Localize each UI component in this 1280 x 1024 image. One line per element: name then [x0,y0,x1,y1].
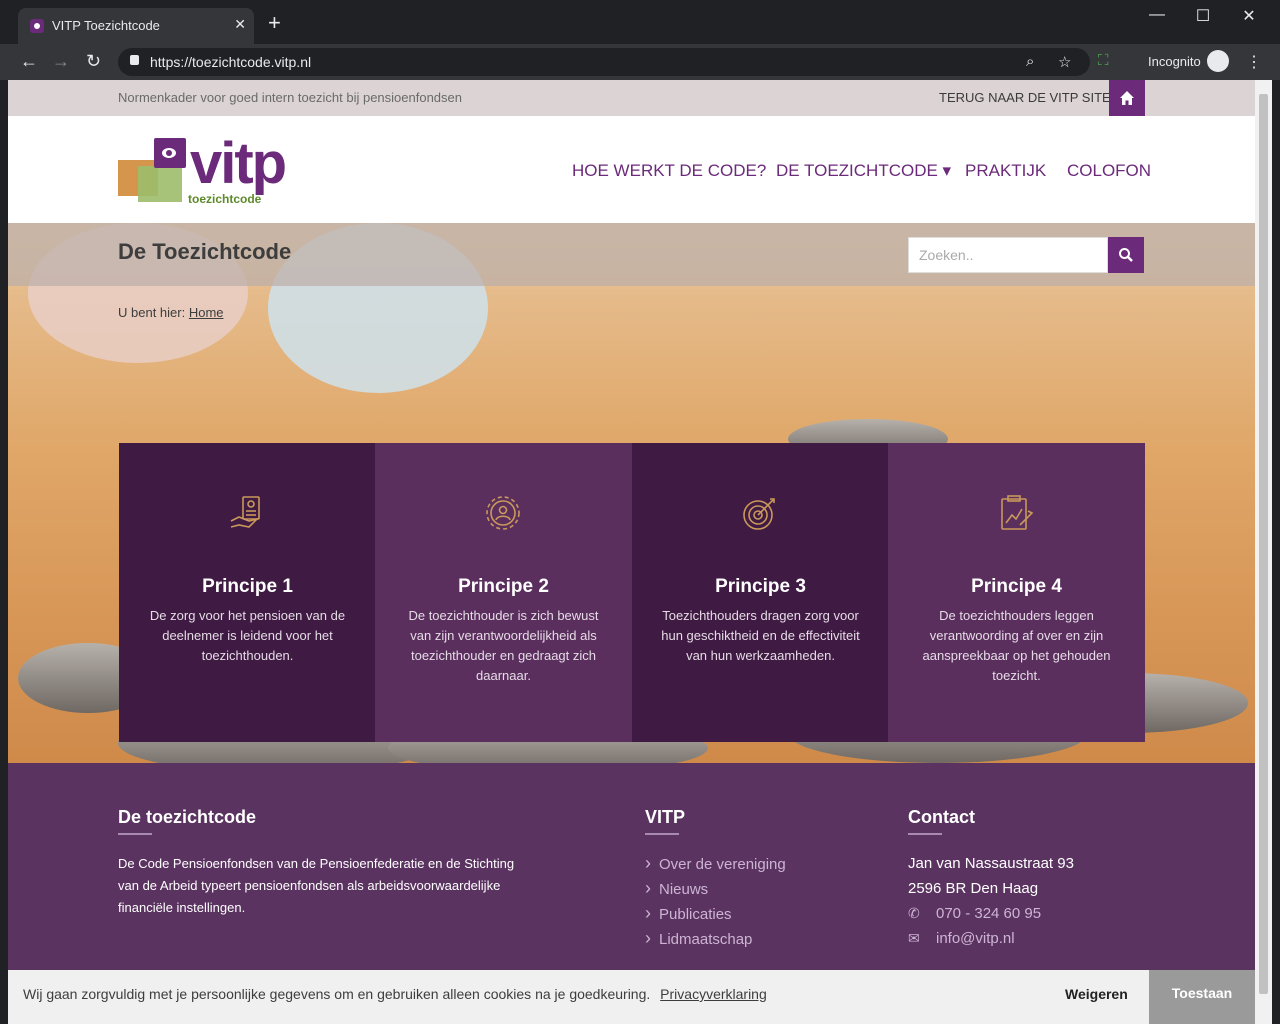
logo-word: vitp [190,131,287,196]
reload-icon[interactable]: ↻ [86,51,101,72]
site-header: vitp toezichtcode HOE WERKT DE CODE? DE … [8,116,1255,223]
principle-title: Principe 2 [458,576,549,597]
mail-icon: ✉ [908,930,920,946]
nav-colofon[interactable]: COLOFON [1067,161,1151,181]
principle-title: Principe 4 [971,576,1062,597]
principle-text: Toezichthouders dragen zorg voor hun ges… [661,608,860,663]
search-button[interactable] [1108,237,1144,273]
principle-card-4[interactable]: Principe 4 De toezichthouders leggen ver… [888,443,1145,742]
tab-close-icon[interactable]: ✕ [234,16,246,33]
extension-icon[interactable]: ⛶ [1098,52,1109,69]
phone-link[interactable]: 070 - 324 60 95 [936,905,1041,922]
footer-title-toezichtcode: De toezichtcode [118,807,257,827]
footer-link-lidmaatschap[interactable]: Lidmaatschap [645,928,752,949]
target-icon [743,498,775,530]
principle-title: Principe 3 [715,576,806,597]
forward-icon[interactable]: → [52,51,70,72]
document-hand-icon [230,496,260,528]
back-icon[interactable]: ← [20,51,38,72]
cookie-deny-button[interactable]: Weigeren [1065,986,1128,1002]
clipboard-chart-icon [1001,495,1034,530]
bookmark-star-icon[interactable]: ☆ [1058,53,1071,71]
phone-icon: ✆ [908,905,920,921]
browser-tab[interactable]: VITP Toezichtcode ✕ [18,8,254,44]
zoom-icon[interactable]: ⌕ [1026,53,1034,70]
minimize-icon[interactable]: — [1134,6,1180,24]
principle-text: De toezichthouders leggen verantwoording… [922,608,1111,683]
cookie-banner: Wij gaan zorgvuldig met je persoonlijke … [8,970,1255,1024]
tagline: Normenkader voor goed intern toezicht bi… [118,90,462,105]
hero-section: De Toezichtcode Zoeken.. U bent hier: Ho… [8,223,1255,773]
search-input[interactable]: Zoeken.. [908,237,1108,273]
breadcrumb: U bent hier: Home [118,305,224,320]
eye-icon [162,148,176,158]
home-icon [1120,91,1134,105]
cookie-message: Wij gaan zorgvuldig met je persoonlijke … [23,986,767,1002]
incognito-icon[interactable] [1207,50,1229,72]
principle-card-1[interactable]: Principe 1 De zorg voor het pensioen van… [119,443,376,742]
browser-menu-icon[interactable]: ⋮ [1246,52,1262,72]
tab-bar: VITP Toezichtcode ✕ + — ☐ ✕ [0,0,1280,44]
lock-icon [130,55,139,65]
email-link[interactable]: info@vitp.nl [936,930,1015,947]
principle-text: De toezichthouder is zich bewust van zij… [408,608,599,683]
nav-hoe-werkt[interactable]: HOE WERKT DE CODE? [572,161,766,181]
scrollbar-thumb[interactable] [1259,94,1268,994]
cookie-allow-button[interactable]: Toestaan [1149,970,1255,1024]
principle-title: Principe 1 [202,576,293,597]
new-tab-button[interactable]: + [268,12,281,34]
breadcrumb-prefix: U bent hier: [118,305,186,320]
nav-praktijk[interactable]: PRAKTIJK [965,161,1046,181]
footer-link-nieuws[interactable]: Nieuws [645,878,708,899]
address-line-1: Jan van Nassaustraat 93 [908,855,1074,872]
back-to-vitp-link[interactable]: TERUG NAAR DE VITP SITE [939,90,1111,105]
address-bar[interactable]: https://toezichtcode.vitp.nl ⌕ ☆ [118,48,1090,76]
nav-de-toezichtcode[interactable]: DE TOEZICHTCODE ▾ [776,161,951,181]
incognito-label: Incognito [1148,54,1201,69]
principle-card-2[interactable]: Principe 2 De toezichthouder is zich bew… [375,443,632,742]
principle-card-3[interactable]: Principe 3 Toezichthouders dragen zorg v… [632,443,889,742]
browser-toolbar: ← → ↻ https://toezichtcode.vitp.nl ⌕ ☆ ⛶… [0,44,1280,80]
footer-link-publicaties[interactable]: Publicaties [645,903,732,924]
privacy-link[interactable]: Privacyverklaring [660,986,767,1002]
tab-title: VITP Toezichtcode [52,18,160,33]
top-bar: Normenkader voor goed intern toezicht bi… [8,80,1255,116]
search-icon [1119,248,1133,262]
gear-person-icon [486,496,520,530]
breadcrumb-home-link[interactable]: Home [189,305,224,320]
favicon-icon [30,19,44,33]
footer-title-vitp: VITP [645,807,686,827]
footer-link-over[interactable]: Over de vereniging [645,853,786,874]
principle-text: De zorg voor het pensioen van de deelnem… [149,608,346,663]
cookie-text: Wij gaan zorgvuldig met je persoonlijke … [23,986,651,1002]
title-bar: De Toezichtcode Zoeken.. [8,223,1255,286]
logo-subtitle: toezichtcode [188,192,262,206]
web-page: Normenkader voor goed intern toezicht bi… [8,80,1255,1024]
address-line-2: 2596 BR Den Haag [908,880,1039,897]
url-text: https://toezichtcode.vitp.nl [150,54,312,70]
maximize-icon[interactable]: ☐ [1180,6,1226,26]
close-window-icon[interactable]: ✕ [1226,6,1272,26]
footer-description: De Code Pensioenfondsen van de Pensioenf… [118,856,515,915]
home-button[interactable] [1109,80,1145,116]
vitp-logo[interactable]: vitp toezichtcode [118,131,308,208]
page-scrollbar[interactable] [1255,80,1272,1024]
page-title: De Toezichtcode [118,239,292,264]
footer-title-contact: Contact [908,807,975,827]
